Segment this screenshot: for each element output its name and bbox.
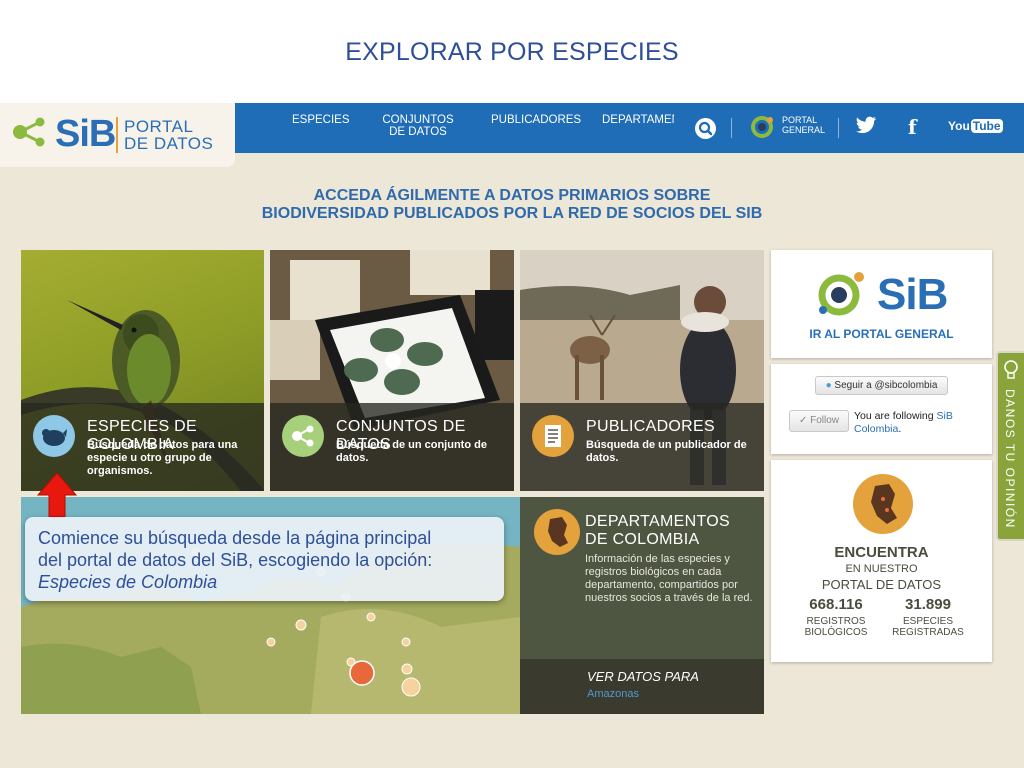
logo-sib-text: SiB [55, 113, 116, 155]
slide-title: EXPLORAR POR ESPECIES [345, 38, 679, 66]
stat-especies-label: ESPECIES REGISTRADAS [883, 616, 973, 638]
tile-description: Búsqueda de datos para una especie u otr… [87, 439, 238, 477]
nav-divider [838, 118, 839, 138]
follow-button[interactable]: ✓ Follow [789, 410, 849, 432]
following-status: You are following SiB Colombia. [854, 410, 984, 436]
callout-line1: Comience su búsqueda desde la página pri… [38, 528, 432, 548]
nav-departamentos[interactable]: DEPARTAMEN [602, 114, 674, 126]
facebook-icon[interactable]: f [908, 115, 917, 139]
colombia-map-icon [853, 474, 913, 534]
youtube-tube: Tube [970, 119, 1003, 133]
stat-registros-value: 668.116 [809, 596, 863, 613]
encuentra-title: ENCUENTRA [834, 544, 929, 561]
following-suffix: . [898, 423, 902, 435]
callout-line2: del portal de datos del SiB, escogiendo … [38, 550, 433, 570]
twitter-bird-icon: ● [825, 380, 832, 391]
seguir-twitter-button[interactable]: ● Seguir a @sibcolombia [815, 376, 948, 395]
sib-logo-icon [818, 272, 864, 316]
youtube-you: You [948, 119, 970, 133]
colombia-map-icon [534, 509, 580, 555]
stat-registros-label: REGISTROS BIOLÓGICOS [791, 616, 881, 638]
tile-title: PUBLICADORES [586, 418, 715, 435]
tile-especies-de-colombia[interactable]: ESPECIES DE COLOMBIA Búsqueda de datos p… [21, 250, 264, 491]
nav-conjuntos-de-datos[interactable]: CONJUNTOS DE DATOS [373, 114, 463, 138]
lightbulb-icon [1004, 360, 1018, 379]
headline: ACCEDA ÁGILMENTE A DATOS PRIMARIOS SOBRE… [0, 187, 1024, 223]
stat-label-line: BIOLÓGICOS [804, 627, 868, 638]
following-prefix: You are following [854, 410, 934, 422]
encuentra-sub1: EN NUESTRO [845, 563, 918, 575]
follow-label: Follow [810, 415, 840, 426]
tile-description: Búsqueda de un publicador de datos. [586, 439, 747, 464]
headline-line1: ACCEDA ÁGILMENTE A DATOS PRIMARIOS SOBRE [313, 187, 711, 204]
departamento-selector[interactable]: Amazonas [587, 688, 639, 700]
callout-emphasis: Especies de Colombia [38, 572, 218, 592]
twitter-icon[interactable] [855, 115, 877, 135]
portal-general-link[interactable]: PORTAL GENERAL [782, 115, 825, 135]
logo-divider [116, 117, 118, 153]
departamentos-panel[interactable]: DEPARTAMENTOS DE COLOMBIA Información de… [520, 497, 764, 714]
seguir-twitter-label: Seguir a @sibcolombia [834, 380, 938, 391]
animal-icon [33, 415, 75, 457]
sidebar-portal-card[interactable]: SiB IR AL PORTAL GENERAL [771, 250, 992, 358]
portal-screenshot: SiB PORTAL DE DATOS ESPECIES CONJUNTOS D… [0, 103, 1024, 768]
top-nav: ESPECIES CONJUNTOS DE DATOS PUBLICADORES… [235, 103, 1024, 153]
encuentra-sub2: PORTAL DE DATOS [821, 577, 942, 592]
network-icon [282, 415, 324, 457]
sidebar-twitter-card: ● Seguir a @sibcolombia ✓ Follow You are… [771, 364, 992, 454]
tile-conjuntos-de-datos[interactable]: CONJUNTOS DE DATOS Búsqueda de un conjun… [270, 250, 514, 491]
portal-general-line2: GENERAL [782, 125, 826, 135]
nav-publicadores[interactable]: PUBLICADORES [491, 114, 581, 126]
search-button[interactable] [695, 118, 716, 139]
tile-publicadores[interactable]: PUBLICADORES Búsqueda de un publicador d… [520, 250, 764, 491]
portal-general-line1: PORTAL [782, 115, 818, 125]
logo-portal-line1: PORTAL [124, 117, 194, 136]
tile-caption: CONJUNTOS DE DATOS Búsqueda de un conjun… [270, 403, 514, 491]
ir-portal-general-link[interactable]: IR AL PORTAL GENERAL [771, 327, 992, 341]
departamentos-title: DEPARTAMENTOS DE COLOMBIA [585, 513, 730, 548]
portal-logo[interactable]: SiB PORTAL DE DATOS [0, 103, 235, 167]
instruction-callout: Comience su búsqueda desde la página pri… [25, 517, 504, 601]
ver-datos-label: VER DATOS PARA [587, 669, 699, 684]
tile-caption: PUBLICADORES Búsqueda de un publicador d… [520, 403, 764, 491]
logo-portal-text: PORTAL DE DATOS [124, 118, 213, 152]
ver-datos-bar: VER DATOS PARA Amazonas [520, 659, 764, 714]
stat-label-line: ESPECIES [902, 616, 954, 627]
stat-especies-value: 31.899 [905, 596, 951, 613]
red-arrow-annotation [36, 472, 78, 518]
nav-divider [731, 118, 732, 138]
feedback-label: DANOS TU OPINIÓN [1003, 389, 1017, 529]
document-icon [532, 415, 574, 457]
departamentos-description: Información de las especies y registros … [585, 553, 753, 604]
callout-text: Comience su búsqueda desde la página pri… [38, 527, 498, 593]
feedback-tab[interactable]: DANOS TU OPINIÓN [996, 351, 1024, 541]
portal-general-icon [751, 116, 773, 138]
stat-label-line: REGISTRADAS [892, 627, 964, 638]
check-icon: ✓ [798, 415, 808, 426]
nav-especies[interactable]: ESPECIES [292, 114, 350, 126]
headline-line2: BIODIVERSIDAD PUBLICADOS POR LA RED DE S… [261, 205, 763, 222]
sidebar-stats-card: ENCUENTRA EN NUESTRO PORTAL DE DATOS 668… [771, 460, 992, 662]
stat-label-line: REGISTROS [806, 616, 866, 627]
network-logo-icon [13, 117, 45, 147]
sidebar-sib-logo: SiB [877, 270, 948, 319]
tile-description: Búsqueda de un conjunto de datos. [336, 439, 487, 464]
logo-portal-line2: DE DATOS [124, 134, 214, 153]
search-icon [698, 121, 713, 136]
youtube-icon[interactable]: You Tube [948, 117, 1003, 135]
